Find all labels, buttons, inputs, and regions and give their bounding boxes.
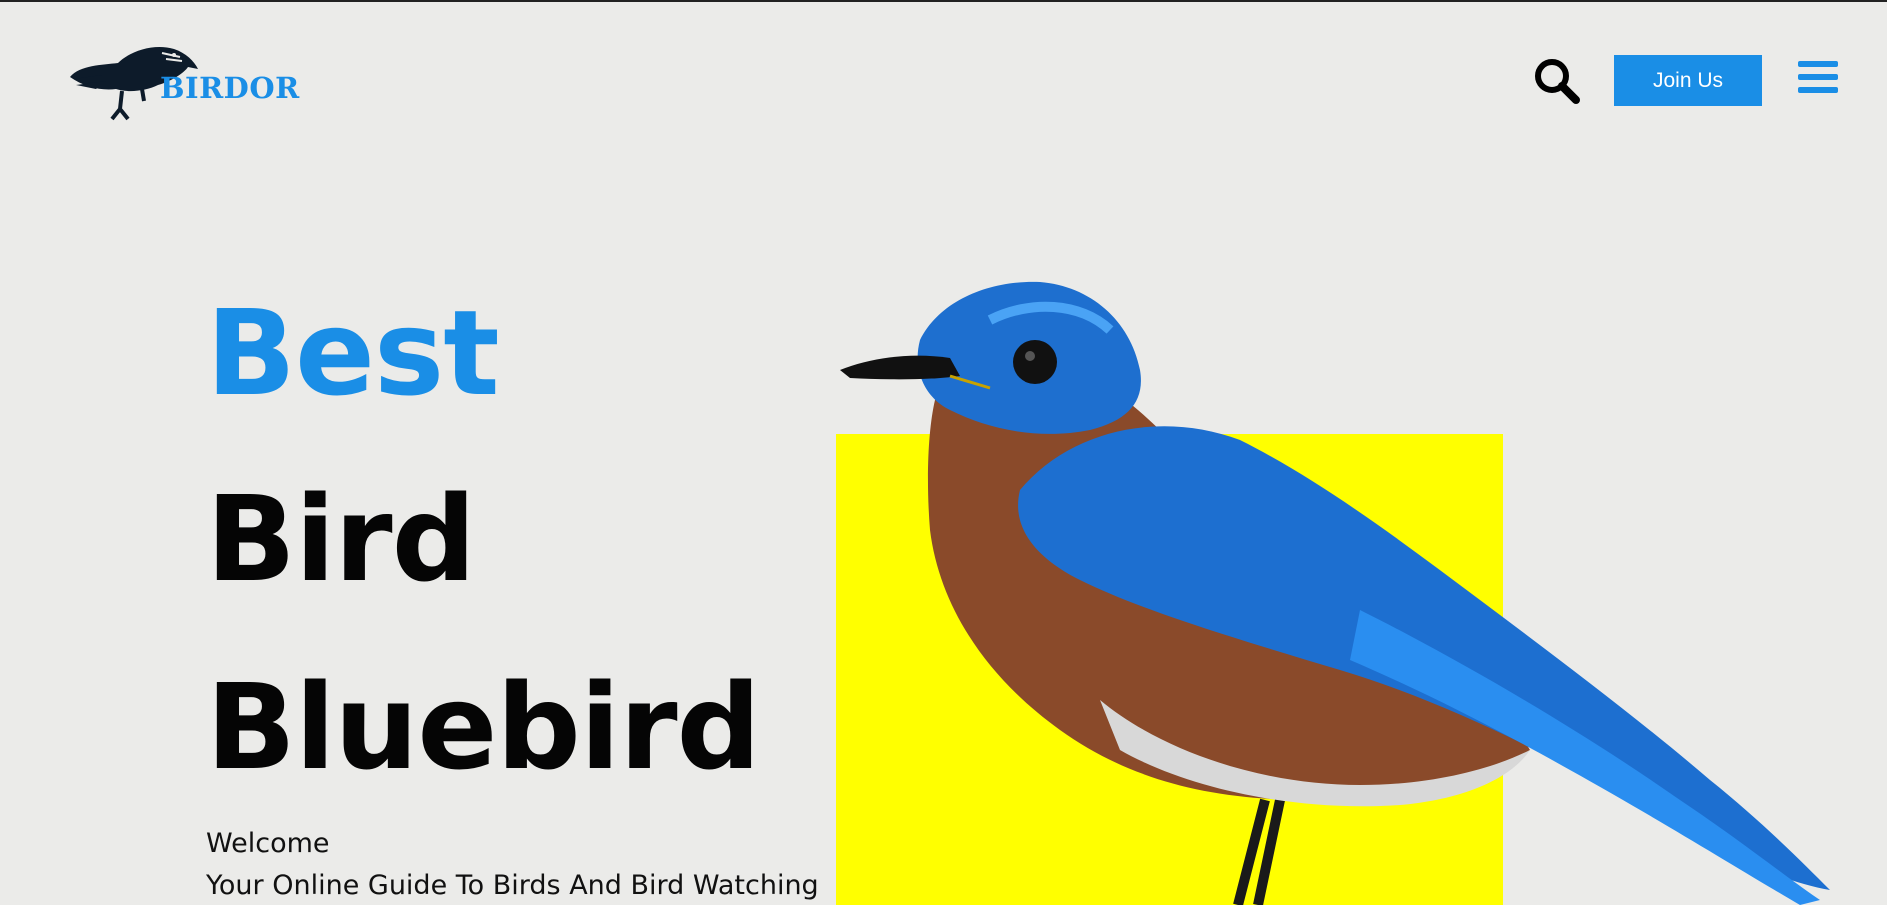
search-button[interactable] <box>1533 57 1581 105</box>
menu-button[interactable] <box>1798 61 1838 97</box>
bluebird-image <box>840 281 1830 905</box>
hero-title-bluebird: Bluebird <box>206 658 761 796</box>
search-icon <box>1535 59 1580 104</box>
hero-title-bird: Bird <box>206 470 476 608</box>
hamburger-menu-icon <box>1798 61 1838 93</box>
welcome-text: Welcome <box>206 828 330 859</box>
join-us-button[interactable]: Join Us <box>1614 55 1762 106</box>
logo-text: BIRDOR <box>160 71 300 105</box>
hero-title-best: Best <box>206 284 500 422</box>
site-logo[interactable]: BIRDOR <box>62 35 327 125</box>
tagline-text: Your Online Guide To Birds And Bird Watc… <box>206 870 819 901</box>
